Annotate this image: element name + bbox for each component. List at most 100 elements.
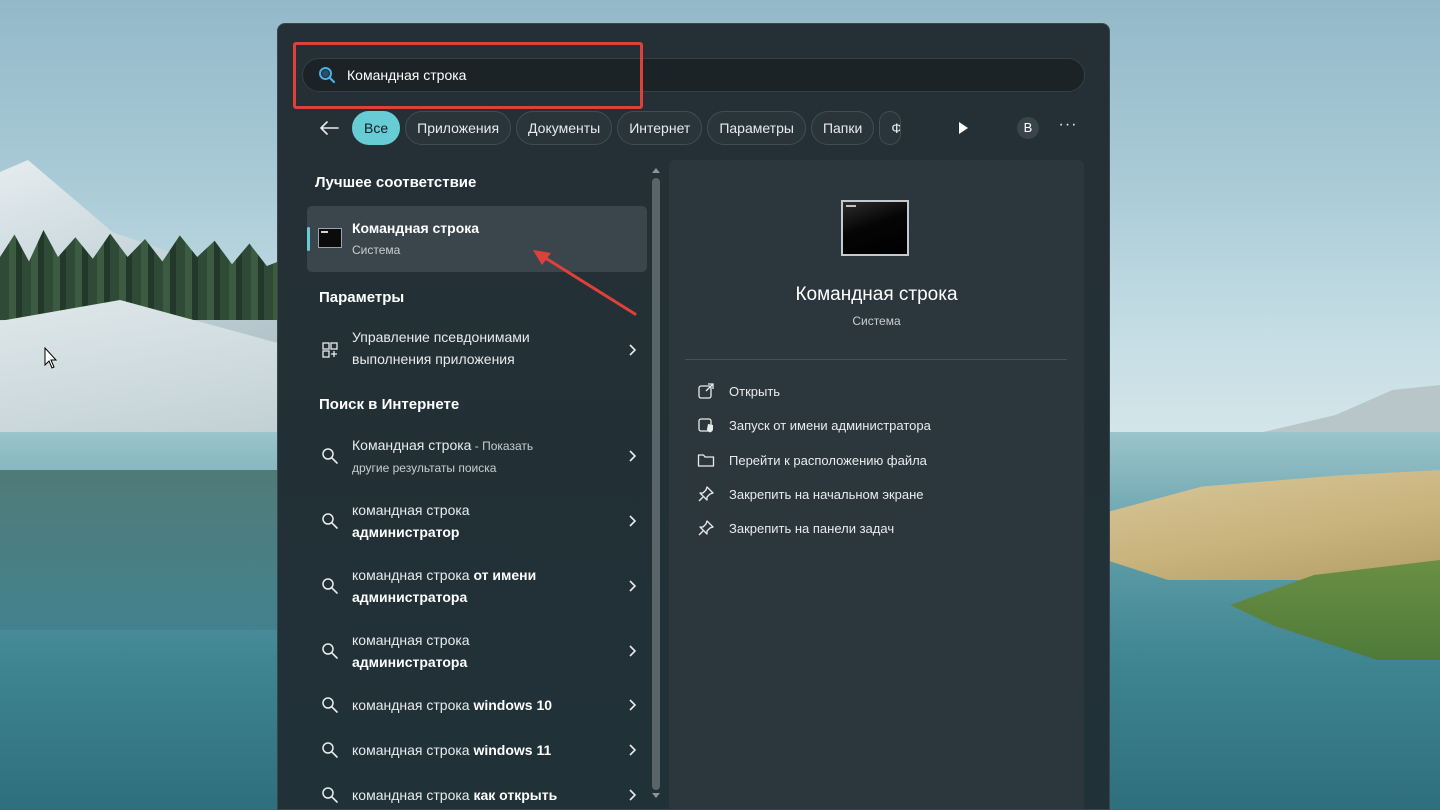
web-result-label: командная строка администратора — [352, 629, 612, 673]
web-result-bold: от имени — [473, 567, 537, 583]
action-pin-to-start[interactable]: Закрепить на начальном экране — [697, 484, 924, 504]
web-result-label: командная строка windows 10 — [352, 694, 612, 716]
chevron-right-icon — [629, 744, 637, 756]
action-open-file-location-label: Перейти к расположению файла — [729, 452, 927, 468]
settings-item-line1: Управление псевдонимами — [352, 329, 530, 345]
chevron-right-icon — [629, 450, 637, 462]
action-pin-to-taskbar[interactable]: Закрепить на панели задач — [697, 518, 894, 538]
section-title-settings: Параметры — [319, 289, 405, 306]
settings-item-line2: выполнения приложения — [352, 351, 515, 367]
filter-chip-photos[interactable]: Ф — [879, 111, 902, 145]
web-result-bold: администратора — [352, 589, 468, 605]
scroll-down-icon[interactable] — [651, 792, 661, 800]
settings-item-app-aliases[interactable]: Управление псевдонимами выполнения прило… — [307, 326, 647, 390]
web-result-label: командная строка windows 11 — [352, 739, 612, 761]
search-flyout: Командная строка Все Приложения Документ… — [277, 23, 1110, 810]
chevron-right-icon — [629, 515, 637, 527]
best-match-title: Командная строка — [352, 220, 480, 236]
web-result-bold: как открыть — [473, 787, 558, 803]
web-result-item[interactable]: Командная строка - Показать другие резул… — [307, 434, 647, 498]
selection-indicator — [307, 227, 310, 251]
mouse-cursor-icon — [44, 347, 58, 369]
filter-chip-internet[interactable]: Интернет — [617, 111, 703, 145]
preview-divider — [685, 359, 1067, 360]
chevron-right-icon — [629, 580, 637, 592]
back-arrow-icon[interactable] — [318, 117, 340, 139]
results-list: Лучшее соответствие Командная строка Сис… — [303, 160, 648, 809]
web-result-query: Командная строка — [352, 437, 472, 453]
results-scrollbar[interactable] — [649, 164, 663, 804]
scroll-up-icon[interactable] — [651, 166, 661, 174]
web-result-item[interactable]: командная строка администратор — [307, 499, 647, 563]
web-result-label: командная строка администратор — [352, 499, 612, 543]
filter-chip-all[interactable]: Все — [352, 111, 401, 145]
chevron-right-icon — [629, 645, 637, 657]
play-icon[interactable] — [955, 120, 971, 136]
best-match-subtitle: Система — [352, 243, 401, 257]
command-prompt-icon — [318, 228, 342, 248]
web-result-bold: администратор — [352, 524, 460, 540]
more-options-icon[interactable]: ··· — [1058, 117, 1078, 138]
preview-subtitle: Система — [852, 314, 901, 328]
web-result-item[interactable]: командная строка администратора — [307, 629, 647, 693]
preview-title: Командная строка — [795, 284, 958, 305]
search-icon — [322, 643, 338, 659]
web-result-query: командная строка — [352, 502, 470, 518]
web-result-bold: windows 10 — [473, 697, 553, 713]
search-icon — [322, 448, 338, 464]
web-result-query: командная строка — [352, 787, 474, 803]
filter-chip-documents[interactable]: Документы — [516, 111, 613, 145]
shield-admin-icon — [698, 418, 713, 433]
web-result-item[interactable]: командная строка как открыть — [307, 784, 647, 809]
web-result-item[interactable]: командная строка windows 10 — [307, 694, 647, 738]
filter-chip-folders[interactable]: Папки — [810, 111, 875, 145]
web-result-bold: windows 11 — [473, 742, 552, 758]
account-avatar[interactable]: В — [1017, 117, 1039, 139]
command-prompt-large-icon — [841, 200, 909, 256]
web-result-query: командная строка — [352, 567, 474, 583]
open-external-icon — [698, 383, 714, 399]
section-title-web-search: Поиск в Интернете — [319, 396, 460, 413]
web-result-bold: администратора — [352, 654, 468, 670]
scrollbar-thumb[interactable] — [652, 178, 660, 790]
web-result-query: командная строка — [352, 742, 474, 758]
filter-chips: Все Приложения Документы Интернет Параме… — [352, 111, 937, 145]
preview-pane: Командная строка Система Открыть Запуск … — [669, 160, 1084, 809]
search-icon — [322, 578, 338, 594]
annotation-arrow — [533, 250, 637, 316]
search-icon — [322, 697, 338, 713]
annotation-highlight-box — [293, 42, 643, 109]
filter-chip-apps[interactable]: Приложения — [405, 111, 512, 145]
chevron-right-icon — [629, 789, 637, 801]
chevron-right-icon — [629, 699, 637, 711]
action-open-label: Открыть — [729, 383, 781, 399]
search-icon — [322, 513, 338, 529]
filter-bar: Все Приложения Документы Интернет Параме… — [318, 111, 1088, 145]
action-open[interactable]: Открыть — [697, 381, 780, 401]
action-pin-to-start-label: Закрепить на начальном экране — [729, 486, 924, 502]
pin-icon — [698, 520, 714, 536]
section-title-best-match: Лучшее соответствие — [315, 174, 477, 191]
search-icon — [322, 787, 338, 803]
app-aliases-icon — [322, 342, 338, 358]
folder-icon — [697, 454, 715, 467]
action-run-as-admin-label: Запуск от имени администратора — [729, 417, 931, 433]
search-icon — [322, 742, 338, 758]
action-pin-to-taskbar-label: Закрепить на панели задач — [729, 520, 895, 536]
pin-icon — [698, 486, 714, 502]
web-result-item[interactable]: командная строка от имени администратора — [307, 564, 647, 628]
web-result-label: командная строка от имени администратора — [352, 564, 612, 608]
web-result-item[interactable]: командная строка windows 11 — [307, 739, 647, 783]
settings-item-label: Управление псевдонимами выполнения прило… — [352, 326, 612, 370]
web-result-label: командная строка как открыть — [352, 784, 612, 806]
chevron-right-icon — [629, 344, 637, 356]
web-result-label: Командная строка - Показать другие резул… — [352, 434, 612, 479]
action-run-as-admin[interactable]: Запуск от имени администратора — [697, 415, 931, 435]
action-open-file-location[interactable]: Перейти к расположению файла — [697, 450, 927, 470]
wallpaper-reflection — [0, 470, 280, 630]
web-result-query: командная строка — [352, 697, 474, 713]
web-result-line2: другие результаты поиска — [352, 461, 497, 475]
web-result-query: командная строка — [352, 632, 470, 648]
web-result-suffix: - Показать — [471, 439, 534, 453]
filter-chip-settings[interactable]: Параметры — [707, 111, 806, 145]
